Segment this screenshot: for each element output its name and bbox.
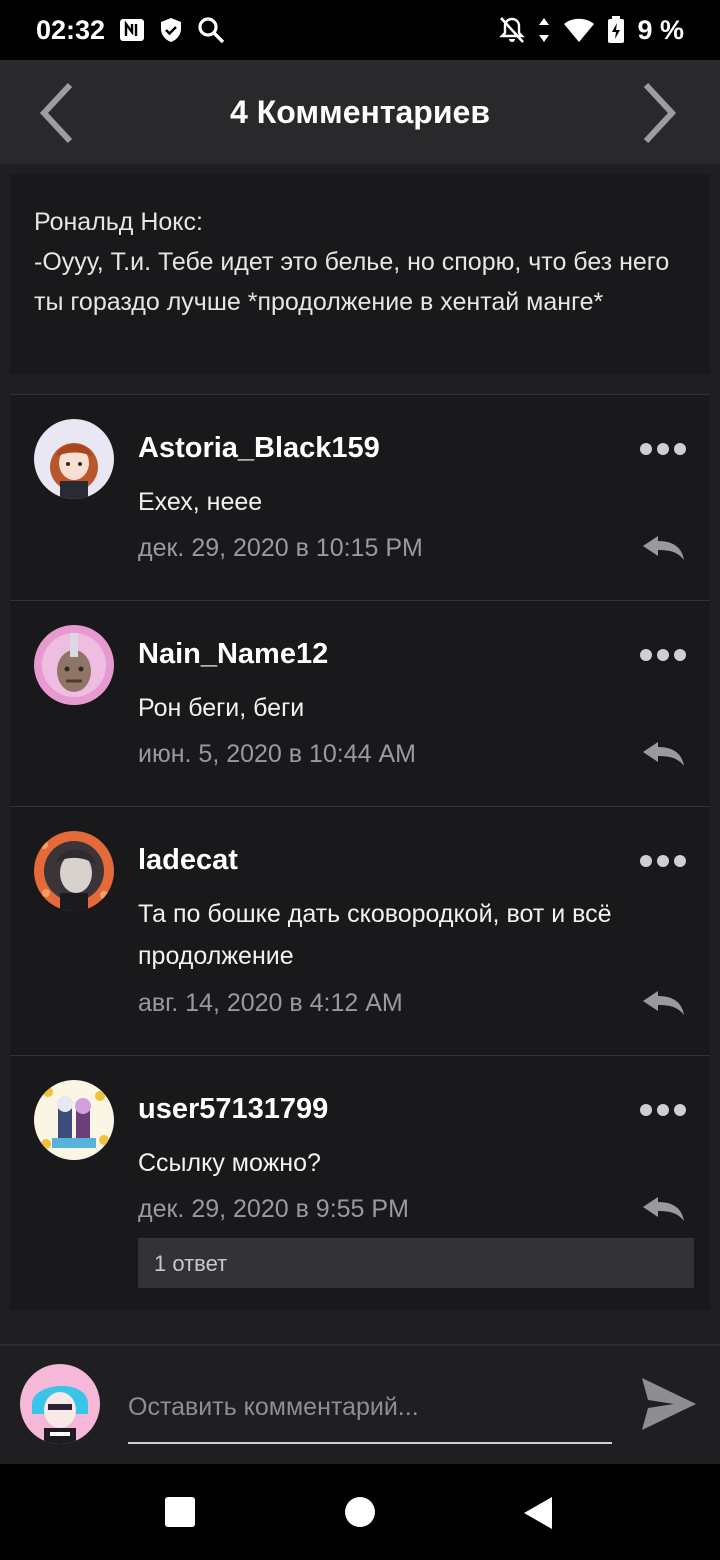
send-button[interactable] (640, 1376, 698, 1432)
dot-icon (640, 443, 652, 455)
excerpt-text: -Оууу, Т.и. Тебе идет это белье, но спор… (34, 248, 670, 316)
dot-icon (657, 1104, 669, 1116)
home-button[interactable] (345, 1497, 375, 1527)
comment-item: Nain_Name12 Рон беги, беги июн. 5, 2020 … (10, 600, 710, 806)
user-avatar[interactable] (34, 831, 114, 911)
excerpt-author: Рональд Нокс: (34, 208, 203, 236)
dot-icon (640, 1104, 652, 1116)
dot-icon (657, 855, 669, 867)
wifi-icon (563, 17, 595, 43)
comment-date: дек. 29, 2020 в 10:15 PM (138, 534, 423, 562)
nfc-icon (119, 17, 145, 43)
comment-username[interactable]: Nain_Name12 (138, 638, 328, 671)
dot-icon (674, 855, 686, 867)
chapter-excerpt: Рональд Нокс: -Оууу, Т.и. Тебе идет это … (10, 174, 710, 374)
user-avatar[interactable] (34, 1080, 114, 1160)
comment-text: Рон беги, беги (138, 694, 305, 722)
comments-header: 4 Комментариев (0, 60, 720, 164)
more-options-button[interactable] (640, 1102, 686, 1118)
dot-icon (674, 1104, 686, 1116)
view-replies-button[interactable]: 1 ответ (138, 1238, 694, 1288)
battery-charging-icon (607, 16, 625, 44)
current-user-avatar (20, 1364, 100, 1444)
status-time: 02:32 (36, 14, 106, 45)
reply-button[interactable] (640, 533, 686, 563)
previous-chapter-button[interactable] (36, 82, 76, 144)
search-icon (197, 16, 225, 44)
comment-username[interactable]: Astoria_Black159 (138, 432, 380, 465)
notifications-off-icon (499, 16, 526, 44)
comment-date: авг. 14, 2020 в 4:12 AM (138, 989, 403, 1017)
user-avatar[interactable] (34, 625, 114, 705)
more-options-button[interactable] (640, 441, 686, 457)
dot-icon (657, 649, 669, 661)
back-button[interactable] (522, 1496, 554, 1535)
comment-composer (0, 1344, 720, 1464)
reply-arrow-icon (643, 991, 684, 1015)
comment-date: июн. 5, 2020 в 10:44 AM (138, 740, 417, 768)
comment-item: user57131799 Ссылку можно? дек. 29, 2020… (10, 1055, 710, 1310)
reply-button[interactable] (640, 739, 686, 769)
reply-arrow-icon (643, 1197, 684, 1221)
dot-icon (640, 855, 652, 867)
comment-text: Та по бошке дать сковородкой, вот и всё … (138, 900, 612, 970)
data-arrows-icon (537, 17, 551, 43)
user-avatar[interactable] (34, 419, 114, 499)
back-triangle-icon (524, 1497, 552, 1529)
chevron-right-icon (643, 82, 677, 144)
next-chapter-button[interactable] (640, 82, 680, 144)
comment-username[interactable]: ladecat (138, 844, 238, 877)
comment-text: Ехех, неее (138, 488, 263, 516)
comment-item: ladecat Та по бошке дать сковородкой, во… (10, 806, 710, 1055)
comment-username[interactable]: user57131799 (138, 1093, 328, 1126)
reply-arrow-icon (643, 742, 684, 766)
comment-text: Ссылку можно? (138, 1149, 321, 1177)
dot-icon (657, 443, 669, 455)
dot-icon (674, 443, 686, 455)
reply-button[interactable] (640, 988, 686, 1018)
battery-percent: 9 % (637, 14, 684, 45)
comment-item: Astoria_Black159 Ехех, неее дек. 29, 202… (10, 394, 710, 600)
dot-icon (640, 649, 652, 661)
recents-button[interactable] (165, 1497, 195, 1527)
more-options-button[interactable] (640, 853, 686, 869)
comment-list: Astoria_Black159 Ехех, неее дек. 29, 202… (10, 394, 710, 1310)
page-title: 4 Комментариев (230, 93, 490, 130)
comment-date: дек. 29, 2020 в 9:55 PM (138, 1195, 409, 1223)
reply-arrow-icon (643, 536, 684, 560)
send-icon (642, 1378, 696, 1430)
shield-icon (159, 17, 183, 43)
chevron-left-icon (39, 82, 73, 144)
reply-button[interactable] (640, 1194, 686, 1224)
system-navigation-bar (0, 1464, 720, 1560)
comment-input[interactable] (128, 1382, 612, 1444)
dot-icon (674, 649, 686, 661)
more-options-button[interactable] (640, 647, 686, 663)
status-bar: 02:32 9 % (0, 0, 720, 60)
